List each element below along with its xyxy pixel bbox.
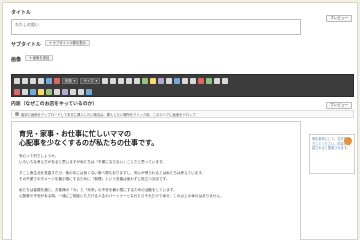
highlight-icon[interactable] — [54, 77, 60, 84]
special-char-icon[interactable] — [62, 88, 68, 95]
bold-icon[interactable] — [14, 77, 20, 84]
anchor-icon[interactable] — [86, 88, 92, 95]
superscript-icon[interactable] — [78, 88, 84, 95]
upload-info: 最初に画像をアップロードして本文に挿入したい場合は、挿入したい場所をクリック後、… — [11, 110, 354, 118]
content-preview-button[interactable]: プレビュー — [326, 102, 352, 109]
source-icon[interactable] — [214, 77, 221, 84]
info-icon — [15, 112, 19, 116]
quote-icon[interactable] — [166, 77, 173, 84]
strikethrough-icon[interactable] — [38, 77, 44, 84]
headline-line-2: 心配事を少なくするのが私たちの仕事です。 — [19, 139, 159, 147]
subtitle-add-button[interactable]: + サブタイトル欄を表示 — [45, 40, 90, 46]
image-label: 画像 — [11, 57, 22, 63]
video-icon[interactable] — [30, 88, 36, 95]
emoji-icon[interactable] — [174, 77, 181, 84]
upload-info-text: 最初に画像をアップロードして本文に挿入したい場合は、挿入したい場所をクリック後、… — [21, 112, 196, 117]
align-left-icon[interactable] — [102, 77, 109, 84]
title-label: タイトル — [11, 10, 32, 16]
subtitle-label: サブタイトル — [11, 42, 42, 48]
align-center-icon[interactable] — [110, 77, 117, 84]
hr-icon[interactable] — [22, 88, 28, 95]
title-preview-button[interactable]: プレビュー — [326, 15, 352, 22]
clear-format-icon[interactable] — [54, 88, 60, 95]
image-icon[interactable] — [150, 77, 157, 84]
headline-line-1: 育児・家事・お仕事に忙しいママの — [19, 130, 131, 138]
subscript-icon[interactable] — [70, 88, 76, 95]
paragraph-3: 私たちは保険を通じ、お客様の「今」と「未来」の不安を最小限にするための活動をして… — [19, 188, 224, 198]
content-label: 内容（なぜこのお店をやっているのか） — [11, 102, 98, 107]
help-icon — [344, 137, 352, 145]
bullet-list-icon[interactable] — [126, 77, 133, 84]
table-icon[interactable] — [158, 77, 165, 84]
content-editor[interactable]: 育児・家事・お仕事に忙しいママの 心配事を少なくするのが私たちの仕事です。 安心… — [11, 121, 301, 240]
chevron-down-icon: ▾ — [73, 78, 76, 83]
title-input[interactable]: わたしの思い — [11, 19, 301, 35]
subtitle-add-label: サブタイトル欄を表示 — [52, 41, 86, 45]
link-icon[interactable] — [142, 77, 149, 84]
record-icon[interactable] — [14, 88, 20, 95]
side-note: 例を参考にして、文字を入力してください。内容が確認されると更新されます。 — [309, 134, 355, 174]
image-add-button[interactable]: + 画像を追加 — [25, 55, 54, 61]
toolbar-row-1: 段落 ▾ サイズ ▾ — [14, 76, 229, 85]
numbered-list-icon[interactable] — [134, 77, 141, 84]
undo-icon[interactable] — [198, 77, 205, 84]
plus-icon: + — [29, 56, 32, 60]
chevron-down-icon: ▾ — [95, 78, 98, 83]
text-color-icon[interactable] — [46, 77, 52, 84]
paste-icon[interactable] — [38, 88, 44, 95]
paragraph-2: すこし食生活を見直すだけ、他の中には良くない食べ物もありますし、安心が得られると… — [19, 171, 206, 181]
align-right-icon[interactable] — [118, 77, 125, 84]
editor-page: タイトル プレビュー わたしの思い サブタイトル + サブタイトル欄を表示 画像… — [2, 2, 358, 240]
indent-icon[interactable] — [182, 77, 189, 84]
size-select[interactable]: サイズ ▾ — [80, 77, 101, 84]
italic-icon[interactable] — [22, 77, 28, 84]
toolbar-row-2 — [14, 87, 92, 96]
redo-icon[interactable] — [206, 77, 213, 84]
image-add-label: 画像を追加 — [32, 56, 50, 60]
outdent-icon[interactable] — [190, 77, 197, 84]
plus-icon: + — [49, 41, 52, 45]
format-select[interactable]: 段落 ▾ — [62, 77, 79, 84]
editor-toolbar: 段落 ▾ サイズ ▾ — [11, 74, 354, 97]
spellcheck-icon[interactable] — [46, 88, 52, 95]
underline-icon[interactable] — [30, 77, 36, 84]
paragraph-1: 安心って何でしょうか。 いろいろな考え方があると思いますが私たちは「不便にならな… — [19, 154, 166, 164]
fullscreen-icon[interactable] — [222, 77, 229, 84]
